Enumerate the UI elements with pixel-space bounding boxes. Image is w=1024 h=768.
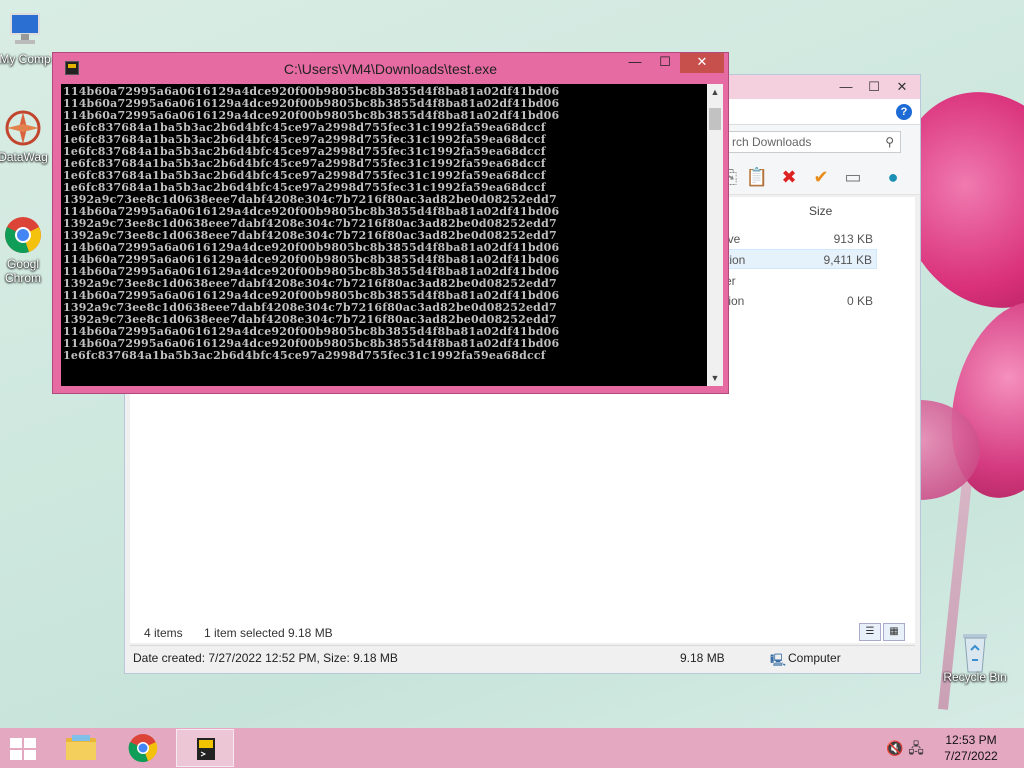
console-line: 1e6fc837684a1ba5b3ac2b6d4bfc45ce97a2998d… (63, 349, 546, 362)
checkmark-icon[interactable]: ✔ (809, 165, 833, 189)
desktop-icon-label: Googl Chrom (4, 257, 41, 285)
explorer-statusbar: 4 items 1 item selected 9.18 MB ☰ ▦ (130, 623, 915, 643)
console-titlebar[interactable]: C:\Users\VM4\Downloads\test.exe — ☐ ✕ (53, 53, 728, 83)
clock-date: 7/27/2022 (944, 749, 998, 763)
file-size: 0 KB (846, 294, 873, 308)
maximize-button[interactable]: ☐ (650, 53, 680, 73)
item-count: 4 items (144, 626, 183, 640)
computer-icon: 🖳 (770, 653, 787, 667)
scrollbar-thumb[interactable] (709, 108, 721, 130)
desktop-icon-recycle-bin[interactable]: Recycle Bin (940, 628, 1010, 684)
speaker-muted-icon[interactable]: 🔇 (886, 740, 903, 756)
chrome-icon (128, 734, 158, 763)
start-button[interactable] (8, 736, 38, 760)
desktop-icon-label: My Comp (0, 52, 51, 66)
large-icons-view-icon[interactable]: ▦ (883, 623, 905, 641)
close-button[interactable]: ✕ (888, 77, 916, 97)
details-view-icon[interactable]: ☰ (859, 623, 881, 641)
recycle-bin-icon (955, 628, 995, 673)
python-console-icon (197, 738, 215, 760)
desktop-icon-label: Recycle Bin (943, 670, 1007, 684)
search-icon[interactable]: ⚲ (885, 135, 894, 149)
taskbar-python-console[interactable] (176, 729, 234, 767)
minimize-button[interactable]: — (620, 53, 650, 73)
search-input[interactable]: rch Downloads ⚲ (725, 131, 901, 153)
file-size: 9,411 KB (823, 253, 872, 267)
delete-icon[interactable]: ✖ (777, 165, 801, 189)
taskbar-file-explorer[interactable] (52, 729, 110, 767)
computer-icon (5, 10, 45, 50)
taskbar-chrome[interactable] (114, 729, 172, 767)
taskbar: 🔇 🖧 12:53 PM 7/27/2022 (0, 728, 1024, 768)
minimize-button[interactable]: — (832, 77, 860, 97)
file-row-selected[interactable]: tion 9,411 KB (725, 249, 877, 269)
system-tray: 🔇 🖧 12:53 PM 7/27/2022 (884, 728, 1024, 768)
details-location: Computer (788, 651, 841, 665)
desktop-icon-my-computer[interactable]: My Comp (0, 10, 60, 66)
details-size: 9.18 MB (680, 651, 725, 665)
folder-icon (66, 735, 96, 760)
maximize-button[interactable]: ☐ (860, 77, 888, 97)
chrome-icon (3, 215, 43, 255)
column-header-size[interactable]: Size (809, 204, 832, 218)
datawag-icon (3, 108, 43, 148)
date-created-text: Date created: 7/27/2022 12:52 PM, Size: … (133, 651, 398, 665)
file-row[interactable]: tion 0 KB (725, 291, 877, 311)
clock[interactable]: 12:53 PM 7/27/2022 (936, 732, 1006, 764)
network-icon[interactable]: 🖧 (908, 740, 924, 756)
desktop-icon-datawag[interactable]: DataWag (0, 108, 58, 164)
scroll-up-icon[interactable]: ▲ (707, 84, 723, 100)
file-row[interactable]: ive 913 KB (725, 229, 877, 249)
console-window[interactable]: C:\Users\VM4\Downloads\test.exe — ☐ ✕ 11… (52, 52, 729, 394)
desktop-icon-label: DataWag (0, 150, 48, 164)
explorer-details-pane: Date created: 7/27/2022 12:52 PM, Size: … (130, 645, 915, 669)
selection-size: 9.18 MB (288, 626, 333, 640)
file-row[interactable]: er (725, 271, 877, 291)
desktop-icon-chrome[interactable]: Googl Chrom (0, 215, 58, 285)
close-button[interactable]: ✕ (680, 53, 724, 73)
paste-icon[interactable]: 📋 (745, 165, 769, 189)
clock-time: 12:53 PM (945, 733, 997, 747)
help-icon[interactable]: ? (896, 104, 912, 120)
properties-icon[interactable]: ● (881, 165, 905, 189)
file-size: 913 KB (833, 232, 873, 246)
console-output[interactable]: 114b60a72995a6a0616129a4dce920f00b9805bc… (61, 84, 707, 386)
search-placeholder: rch Downloads (732, 135, 812, 149)
console-scrollbar[interactable]: ▲ ▼ (707, 84, 723, 386)
scroll-down-icon[interactable]: ▼ (707, 370, 723, 386)
rename-icon[interactable]: ▭ (841, 165, 865, 189)
selection-count: 1 item selected (204, 626, 285, 640)
